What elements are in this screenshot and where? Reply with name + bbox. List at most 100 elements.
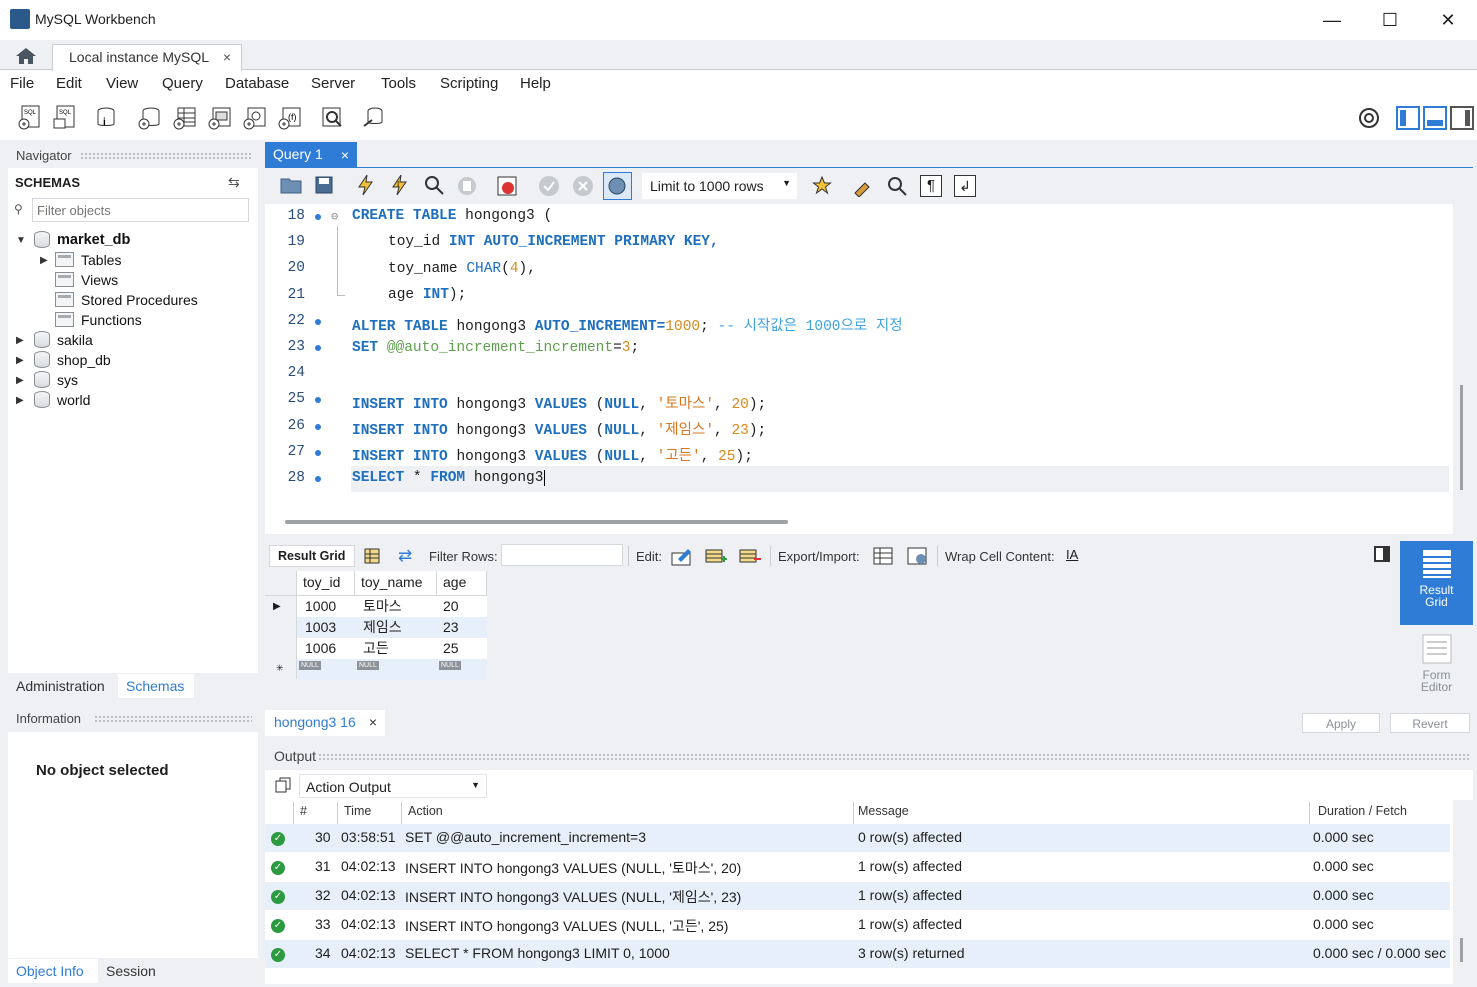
menu-edit[interactable]: Edit [56, 75, 82, 92]
tab-session[interactable]: Session [98, 959, 188, 983]
filter-objects-input[interactable] [32, 198, 249, 222]
open-folder-icon[interactable] [280, 175, 302, 195]
tab-local-instance[interactable]: Local instance MySQL × [52, 44, 242, 71]
menu-file[interactable]: File [10, 75, 34, 92]
menu-query[interactable]: Query [162, 75, 203, 92]
add-row-icon[interactable] [704, 545, 728, 567]
delete-row-icon[interactable] [738, 545, 762, 567]
menu-scripting[interactable]: Scripting [440, 75, 498, 92]
schema-shop-db[interactable]: shop_db [57, 352, 111, 368]
cell-age[interactable]: 20 [439, 596, 463, 617]
close-window-button[interactable]: ✕ [1419, 0, 1477, 40]
add-snippet-star-icon[interactable] [812, 175, 836, 197]
cell-age[interactable]: 25 [439, 638, 463, 659]
cell-toy-name[interactable]: 고든 [359, 636, 393, 657]
import-icon[interactable] [906, 545, 930, 567]
chevron-right-icon[interactable]: ▶ [16, 375, 24, 386]
stop-icon[interactable] [456, 175, 478, 197]
cell-age[interactable]: 23 [439, 617, 463, 638]
create-schema-icon[interactable] [137, 104, 163, 132]
toggle-sidebar-icon[interactable] [1396, 106, 1420, 130]
cell-toy-name[interactable]: 토마스 [359, 594, 406, 615]
cell-toy-id[interactable]: 1006 [301, 638, 340, 659]
minimize-button[interactable]: — [1303, 0, 1361, 40]
tab-administration[interactable]: Administration [8, 674, 118, 698]
chevron-right-icon[interactable]: ▶ [40, 255, 48, 266]
rollback-icon[interactable] [572, 175, 594, 197]
refresh-icon[interactable]: ⇄ [398, 546, 412, 566]
menu-server[interactable]: Server [311, 75, 355, 92]
vertical-scrollbar[interactable] [1460, 938, 1463, 962]
beautify-icon[interactable] [852, 175, 876, 197]
side-form-editor-button[interactable]: Form Editor [1400, 628, 1473, 704]
inspector-icon[interactable]: i [94, 104, 120, 132]
tree-views[interactable]: Views [81, 272, 118, 288]
column-header-age[interactable]: age [437, 571, 487, 595]
menu-help[interactable]: Help [520, 75, 551, 92]
edit-row-icon[interactable] [670, 545, 694, 567]
output-row[interactable]: ✓ 30 03:58:51 SET @@auto_increment_incre… [265, 824, 1450, 852]
chevron-down-icon[interactable]: ▼ [16, 235, 26, 246]
tree-stored-procedures[interactable]: Stored Procedures [81, 292, 198, 308]
cell-toy-id[interactable]: 1003 [301, 617, 340, 638]
chevron-right-icon[interactable]: ▶ [16, 355, 24, 366]
export-icon[interactable] [872, 545, 896, 567]
create-table-icon[interactable] [172, 104, 198, 132]
toggle-side-panel-icon[interactable] [1374, 546, 1390, 562]
explain-icon[interactable] [422, 173, 446, 197]
reconnect-icon[interactable] [361, 104, 387, 132]
settings-icon[interactable] [1357, 106, 1381, 130]
tab-result-hongong3[interactable]: hongong3 16 × [265, 710, 385, 736]
schema-sakila[interactable]: sakila [57, 332, 93, 348]
create-function-icon[interactable]: (f) [277, 104, 303, 132]
schema-sys[interactable]: sys [57, 372, 78, 388]
schema-market-db[interactable]: market_db [57, 232, 130, 248]
commit-icon[interactable] [538, 175, 560, 197]
execute-current-icon[interactable]: I [388, 173, 412, 197]
chevron-right-icon[interactable]: ▶ [16, 335, 24, 346]
tab-query-1[interactable]: Query 1 × [265, 142, 357, 168]
toggle-output-panel-icon[interactable] [1423, 106, 1447, 130]
filter-rows-input[interactable] [501, 544, 623, 566]
maximize-button[interactable]: ☐ [1361, 0, 1419, 40]
vertical-scrollbar[interactable] [1460, 385, 1463, 490]
fold-icon[interactable]: ⊖ [331, 209, 338, 224]
result-grid[interactable]: toy_id toy_name age ▶ 1000 토마스 20 1003 제… [265, 571, 487, 680]
output-row[interactable]: ✓ 34 04:02:13 SELECT * FROM hongong3 LIM… [265, 940, 1450, 968]
result-grid-tab[interactable]: Result Grid [269, 545, 355, 567]
sql-editor[interactable]: 18 19 20 21 22 23 24 25 26 27 28 ⊖ CREATE TABLE ho… [265, 204, 1453, 534]
toggle-secondary-sidebar-icon[interactable] [1450, 106, 1474, 130]
auto-commit-toggle[interactable] [603, 172, 632, 200]
create-view-icon[interactable] [207, 104, 233, 132]
cell-toy-id[interactable]: 1000 [301, 596, 340, 617]
copy-icon[interactable] [275, 777, 291, 793]
cell-toy-name[interactable]: 제임스 [359, 615, 406, 636]
chevron-right-icon[interactable]: ▶ [16, 395, 24, 406]
menu-view[interactable]: View [106, 75, 138, 92]
column-header-toy-name[interactable]: toy_name [355, 571, 437, 595]
grid-layout-icon[interactable] [363, 547, 381, 565]
find-replace-icon[interactable] [886, 175, 908, 197]
limit-rows-select[interactable]: Limit to 1000 rows ▼ [642, 173, 797, 199]
revert-button[interactable]: Revert [1390, 713, 1470, 733]
horizontal-scrollbar[interactable] [285, 520, 788, 524]
output-type-select[interactable]: Action Output ▼ [299, 774, 487, 798]
close-icon[interactable]: × [223, 49, 231, 65]
tree-tables[interactable]: Tables [81, 252, 121, 268]
apply-button[interactable]: Apply [1302, 713, 1380, 733]
save-icon[interactable] [314, 175, 334, 195]
output-row[interactable]: ✓ 32 04:02:13 INSERT INTO hongong3 VALUE… [265, 882, 1450, 910]
invisible-chars-icon[interactable]: ¶ [920, 175, 942, 197]
refresh-icon[interactable]: ⇆ [228, 174, 240, 191]
tab-object-info[interactable]: Object Info [8, 959, 98, 983]
open-sql-script-icon[interactable]: SQL [52, 104, 78, 132]
menu-database[interactable]: Database [225, 75, 289, 92]
side-result-grid-button[interactable]: Result Grid [1400, 541, 1473, 625]
output-row[interactable]: ✓ 31 04:02:13 INSERT INTO hongong3 VALUE… [265, 853, 1450, 881]
tab-schemas[interactable]: Schemas [118, 674, 194, 698]
wrap-cell-icon[interactable]: IA [1066, 547, 1078, 562]
home-icon[interactable] [12, 45, 40, 67]
wrap-lines-icon[interactable]: ↲ [954, 175, 976, 197]
toggle-error-icon[interactable] [496, 175, 518, 197]
tree-functions[interactable]: Functions [81, 312, 142, 328]
